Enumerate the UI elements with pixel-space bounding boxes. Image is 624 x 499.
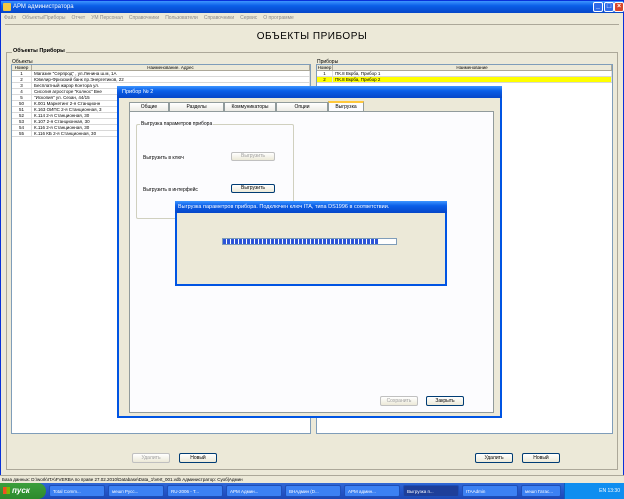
cell-name: ПК.8 Вкрба, Прибор 1: [333, 71, 612, 76]
dialog-tabs: Общие Разделы Коммуникаторы Опции Выгруз…: [129, 101, 364, 111]
app-icon: [3, 3, 11, 11]
menu-item-objects[interactable]: Объекты/Приборы: [22, 13, 65, 23]
taskbar: пуск Total Comm... мешп Русс... RU-2006 …: [0, 483, 624, 499]
export-to-key-label: Выгрузить в ключ: [143, 155, 184, 161]
start-label: пуск: [12, 486, 30, 495]
export-to-key-button[interactable]: Выгрузить: [231, 152, 275, 161]
menu-item-report[interactable]: Отчет: [72, 13, 86, 23]
cell-number: 3: [12, 83, 32, 88]
start-button[interactable]: пуск: [0, 483, 46, 499]
devices-grid-body: 1 ПК.8 Вкрба, Прибор 1 2 ПК.8 Вкрба, Прибор…: [317, 71, 612, 83]
column-header-name[interactable]: Наименование. Адрес: [32, 65, 310, 70]
progress-bar: [222, 238, 397, 245]
devices-delete-button[interactable]: Удалить: [475, 453, 513, 463]
menu-item-handbooks[interactable]: Справочники: [129, 13, 159, 23]
cell-number: 50: [12, 101, 32, 106]
cell-number: 54: [12, 125, 32, 130]
cell-number: 1: [12, 71, 32, 76]
menu-item-handbooks-2[interactable]: Справочники: [204, 13, 234, 23]
column-header-number[interactable]: Номер: [317, 65, 333, 70]
taskbar-item[interactable]: ITAAdmin: [462, 485, 518, 497]
cell-name: Ювелир-Фризский банк пр.Энергетиков, 22: [32, 77, 310, 82]
cell-number: 55: [12, 131, 32, 136]
window-title: АРМ администратора: [13, 4, 74, 10]
title-bar: АРМ администратора _ □ ×: [1, 1, 624, 13]
progress-fill: [223, 239, 379, 244]
cell-number: 2: [317, 77, 333, 82]
taskbar-item[interactable]: АРМ админ...: [344, 485, 400, 497]
divider: [5, 24, 619, 25]
cell-number: 2: [12, 77, 32, 82]
close-dialog-button[interactable]: Закрыть: [426, 396, 464, 406]
taskbar-item[interactable]: мешп Русс...: [108, 485, 164, 497]
dialog-title-bar: Прибор № 2: [117, 86, 502, 98]
menu-bar: Файл Объекты/Приборы Отчет УМ Персонал С…: [1, 13, 623, 23]
objects-delete-button[interactable]: Удалить: [132, 453, 170, 463]
export-group-label: Выгрузка параметров прибора: [140, 121, 214, 127]
maximize-button[interactable]: □: [604, 2, 614, 12]
table-row[interactable]: 2 ПК.8 Вкрба, Прибор 2: [317, 77, 612, 83]
cell-number: 52: [12, 113, 32, 118]
taskbar-item[interactable]: АРМ Админ...: [226, 485, 282, 497]
taskbar-item[interactable]: ВНАдмин (D...: [285, 485, 341, 497]
cell-name: Магазин "Серпрод" , ул.Ленина ш.м, 1А: [32, 71, 310, 76]
page-title: ОБЪЕКТЫ ПРИБОРЫ: [256, 31, 368, 42]
tab-sections[interactable]: Разделы: [169, 102, 224, 111]
progress-title: Выгрузка параметров прибора. Подключен к…: [175, 201, 447, 213]
system-tray: EN 13:30: [564, 483, 624, 499]
cell-number: 53: [12, 119, 32, 124]
cell-number: 4: [12, 89, 32, 94]
taskbar-item[interactable]: мешп Гатас...: [521, 485, 561, 497]
export-progress-dialog: Выгрузка параметров прибора. Подключен к…: [175, 201, 447, 286]
status-bar: База данных: D:\work\ITA\FVERBA по праве…: [0, 475, 624, 483]
save-button[interactable]: Сохранить: [380, 396, 418, 406]
column-header-name[interactable]: Наименование: [333, 65, 612, 70]
menu-item-users[interactable]: Пользователи: [165, 13, 198, 23]
close-button[interactable]: ×: [614, 2, 624, 12]
cell-number: 1: [317, 71, 333, 76]
menu-item-about[interactable]: О программе: [263, 13, 294, 23]
dialog-title: Прибор № 2: [122, 89, 154, 95]
windows-flag-icon: [3, 487, 10, 494]
cell-number: 51: [12, 107, 32, 112]
taskbar-item[interactable]: Total Comm...: [49, 485, 105, 497]
export-to-interface-button[interactable]: Выгрузить: [231, 184, 275, 193]
taskbar-item[interactable]: RU-2006 - Т...: [167, 485, 223, 497]
cell-number: 5: [12, 95, 32, 100]
tab-options[interactable]: Опции: [276, 102, 328, 111]
objects-new-button[interactable]: Новый: [179, 453, 217, 463]
minimize-button[interactable]: _: [593, 2, 603, 12]
taskbar-item-active[interactable]: Выгрузка п...: [403, 485, 459, 497]
tab-general[interactable]: Общие: [129, 102, 169, 111]
export-to-interface-label: Выгрузить в интерфейс: [143, 187, 198, 193]
group-label: Объекты Приборы: [12, 48, 66, 54]
menu-item-service[interactable]: Сервис: [240, 13, 257, 23]
devices-new-button[interactable]: Новый: [522, 453, 560, 463]
tab-export[interactable]: Выгрузка: [328, 101, 364, 111]
menu-item-personnel[interactable]: УМ Персонал: [91, 13, 123, 23]
column-header-number[interactable]: Номер: [12, 65, 32, 70]
tab-communicators[interactable]: Коммуникаторы: [224, 102, 276, 111]
menu-item-file[interactable]: Файл: [4, 13, 16, 23]
cell-name: ПК.8 Вкрба, Прибор 2: [333, 77, 612, 82]
